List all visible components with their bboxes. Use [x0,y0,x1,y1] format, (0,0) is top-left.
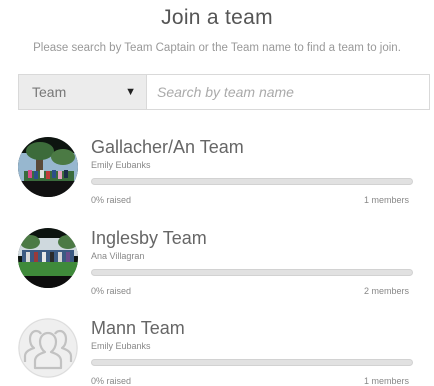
group-placeholder-icon [18,318,78,378]
team-avatar [18,228,78,288]
raised-label: 0% raised [91,195,132,205]
search-type-select[interactable]: Team ▼ [19,75,147,109]
search-type-value: Team [32,84,67,100]
team-avatar [18,137,78,197]
team-name[interactable]: Mann Team [91,318,185,339]
team-name[interactable]: Gallacher/An Team [91,137,244,158]
team-captain: Emily Eubanks [91,341,151,351]
raised-label: 0% raised [91,286,132,296]
progress-bar [91,359,413,366]
team-name[interactable]: Inglesby Team [91,228,207,249]
progress-bar [91,269,413,276]
page-title: Join a team [161,6,273,29]
caret-down-icon: ▼ [125,86,136,98]
team-list-item[interactable]: Inglesby Team Ana Villagran 0% raised 2 … [18,228,418,296]
search-bar: Team ▼ [18,74,430,110]
members-count: 2 members [363,286,409,296]
team-captain: Emily Eubanks [91,160,151,170]
progress-bar [91,178,413,185]
search-input[interactable] [147,75,429,109]
members-count: 1 members [363,376,409,386]
page-subtitle: Please search by Team Captain or the Tea… [33,42,401,54]
team-list-item[interactable]: Mann Team Emily Eubanks 0% raised 1 memb… [18,318,418,386]
raised-label: 0% raised [91,376,132,386]
team-captain: Ana Villagran [91,251,145,261]
members-count: 1 members [363,195,409,205]
team-list-item[interactable]: Gallacher/An Team Emily Eubanks 0% raise… [18,137,418,205]
